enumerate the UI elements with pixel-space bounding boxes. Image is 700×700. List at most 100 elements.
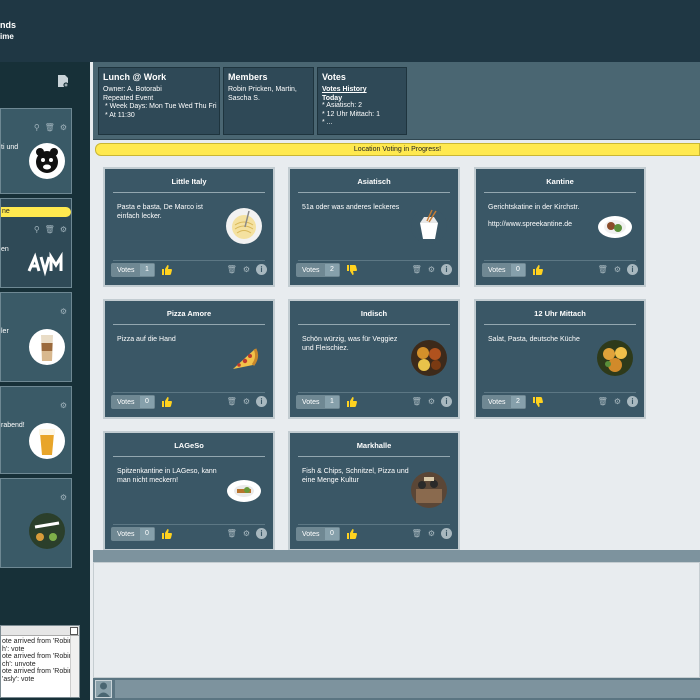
minimize-icon[interactable] bbox=[70, 627, 78, 635]
card-divider bbox=[484, 192, 636, 193]
info-icon[interactable]: i bbox=[627, 396, 638, 407]
location-title: Markhalle bbox=[356, 441, 392, 450]
trash-icon[interactable]: 🗑 bbox=[227, 265, 237, 274]
votes-button[interactable]: Votes 0 bbox=[296, 527, 340, 541]
location-description: Fish & Chips, Schnitzel, Pizza und eine … bbox=[302, 468, 409, 484]
location-description: Salat, Pasta, deutsche Küche bbox=[488, 336, 580, 343]
gear-icon[interactable]: ⚙ bbox=[428, 529, 435, 538]
trash-icon[interactable]: 🗑 bbox=[412, 265, 422, 274]
trash-icon[interactable]: 🗑 bbox=[412, 529, 422, 538]
sidebar-event-card[interactable]: ⚙ rabend! bbox=[0, 386, 72, 474]
votes-button[interactable]: Votes 2 bbox=[296, 263, 340, 277]
thumbs-down-icon[interactable] bbox=[532, 396, 544, 408]
votes-label: Votes bbox=[117, 266, 135, 274]
info-icon[interactable]: i bbox=[256, 264, 267, 275]
sidebar: ⚲ 🗑 ⚙ ti und ne ⚲ 🗑 ⚙ en ⚙ ler ⚙ rabend!… bbox=[0, 62, 90, 700]
sidebar-event-card[interactable]: ⚙ bbox=[0, 478, 72, 568]
trash-icon[interactable]: 🗑 bbox=[412, 397, 422, 406]
new-event-icon[interactable] bbox=[57, 74, 69, 88]
sidebar-event-card[interactable]: ⚲ 🗑 ⚙ ti und bbox=[0, 108, 72, 194]
plate-icon bbox=[598, 216, 632, 238]
location-description: Pizza auf die Hand bbox=[117, 336, 176, 343]
votes-history-link[interactable]: Votes History bbox=[322, 86, 402, 93]
thumbs-up-icon[interactable] bbox=[532, 264, 544, 276]
gear-icon[interactable]: ⚙ bbox=[243, 529, 250, 538]
gear-icon[interactable]: ⚙ bbox=[614, 397, 621, 406]
thumbs-down-icon[interactable] bbox=[346, 264, 358, 276]
event-info-panel: Lunch @ Work Owner: A. Botorabi Repeated… bbox=[93, 62, 700, 140]
gear-icon[interactable]: ⚙ bbox=[428, 397, 435, 406]
info-icon[interactable]: i bbox=[441, 528, 452, 539]
event-log[interactable]: ote arrived from 'Robin h': vote ote arr… bbox=[0, 625, 80, 698]
chat-input[interactable] bbox=[115, 680, 700, 698]
gear-icon[interactable]: ⚙ bbox=[60, 401, 67, 410]
location-card[interactable]: Markhalle Fish & Chips, Schnitzel, Pizza… bbox=[288, 431, 460, 551]
votes-button[interactable]: Votes 0 bbox=[111, 395, 155, 409]
gear-icon[interactable]: ⚙ bbox=[60, 123, 67, 132]
votes-button[interactable]: Votes 0 bbox=[482, 263, 526, 277]
user-silhouette-icon bbox=[97, 682, 110, 697]
lunch-details: Owner: A. Botorabi Repeated Event * Week… bbox=[103, 86, 217, 119]
location-pin-icon[interactable]: ⚲ bbox=[34, 225, 40, 234]
thumbs-up-icon[interactable] bbox=[161, 396, 173, 408]
location-card[interactable]: Kantine Gerichtskatine in der Kirchstr. h… bbox=[474, 167, 646, 287]
lunch-title: Lunch @ Work bbox=[103, 72, 167, 82]
trash-icon[interactable]: 🗑 bbox=[45, 225, 55, 234]
chat-divider[interactable] bbox=[93, 550, 700, 562]
lunch-info-box: Lunch @ Work Owner: A. Botorabi Repeated… bbox=[98, 67, 220, 135]
location-card[interactable]: Indisch Schön würzig, was für Veggiez un… bbox=[288, 299, 460, 419]
location-card[interactable]: LAGeSo Spitzenkantine in LAGeso, kann ma… bbox=[103, 431, 275, 551]
spaghetti-icon bbox=[226, 208, 262, 244]
salad-icon bbox=[597, 340, 633, 376]
votes-count: 0 bbox=[140, 396, 154, 408]
card-actions: 🗑 ⚙ i bbox=[227, 528, 267, 539]
gear-icon[interactable]: ⚙ bbox=[60, 307, 67, 316]
info-icon[interactable]: i bbox=[256, 396, 267, 407]
info-icon[interactable]: i bbox=[441, 396, 452, 407]
info-icon[interactable]: i bbox=[627, 264, 638, 275]
votes-button[interactable]: Votes 1 bbox=[296, 395, 340, 409]
trash-icon[interactable]: 🗑 bbox=[227, 397, 237, 406]
trash-icon[interactable]: 🗑 bbox=[45, 123, 55, 132]
gear-icon[interactable]: ⚙ bbox=[243, 397, 250, 406]
gear-icon[interactable]: ⚙ bbox=[428, 265, 435, 274]
card-divider bbox=[484, 324, 636, 325]
votes-button[interactable]: Votes 2 bbox=[482, 395, 526, 409]
location-card[interactable]: Little Italy Pasta e basta, De Marco ist… bbox=[103, 167, 275, 287]
location-card[interactable]: Asiatisch 51a oder was anderes leckeres … bbox=[288, 167, 460, 287]
thumbs-up-icon[interactable] bbox=[346, 528, 358, 540]
votes-label: Votes bbox=[117, 530, 135, 538]
gear-icon[interactable]: ⚙ bbox=[614, 265, 621, 274]
votes-label: Votes bbox=[488, 266, 506, 274]
thumbs-up-icon[interactable] bbox=[161, 264, 173, 276]
sidebar-event-text: ti und bbox=[1, 144, 19, 151]
location-card[interactable]: 12 Uhr Mittach Salat, Pasta, deutsche Kü… bbox=[474, 299, 646, 419]
thumbs-up-icon[interactable] bbox=[161, 528, 173, 540]
gear-icon[interactable]: ⚙ bbox=[60, 225, 67, 234]
pizza-bear-logo-icon bbox=[29, 143, 65, 179]
location-pin-icon[interactable]: ⚲ bbox=[34, 123, 40, 132]
info-icon[interactable]: i bbox=[441, 264, 452, 275]
votes-count: 0 bbox=[325, 528, 339, 540]
sidebar-event-card[interactable]: ⚙ ler bbox=[0, 292, 72, 382]
votes-button[interactable]: Votes 1 bbox=[111, 263, 155, 277]
gear-icon[interactable]: ⚙ bbox=[60, 493, 67, 502]
user-avatar[interactable] bbox=[95, 680, 112, 698]
meat-and-eat-logo-icon bbox=[29, 513, 65, 549]
gear-icon[interactable]: ⚙ bbox=[243, 265, 250, 274]
card-footer-divider bbox=[113, 524, 265, 525]
votes-label: Votes bbox=[488, 398, 506, 406]
log-scrollbar[interactable] bbox=[70, 636, 79, 697]
latte-macchiato-icon bbox=[29, 329, 65, 365]
location-title: Kantine bbox=[546, 177, 574, 186]
card-actions: 🗑 ⚙ i bbox=[412, 396, 452, 407]
card-footer-divider bbox=[298, 524, 450, 525]
location-card[interactable]: Pizza Amore Pizza auf die Hand Votes 0 🗑 … bbox=[103, 299, 275, 419]
trash-icon[interactable]: 🗑 bbox=[598, 265, 608, 274]
votes-button[interactable]: Votes 0 bbox=[111, 527, 155, 541]
thumbs-up-icon[interactable] bbox=[346, 396, 358, 408]
sidebar-event-card[interactable]: ne ⚲ 🗑 ⚙ en bbox=[0, 198, 72, 288]
trash-icon[interactable]: 🗑 bbox=[227, 529, 237, 538]
info-icon[interactable]: i bbox=[256, 528, 267, 539]
trash-icon[interactable]: 🗑 bbox=[598, 397, 608, 406]
